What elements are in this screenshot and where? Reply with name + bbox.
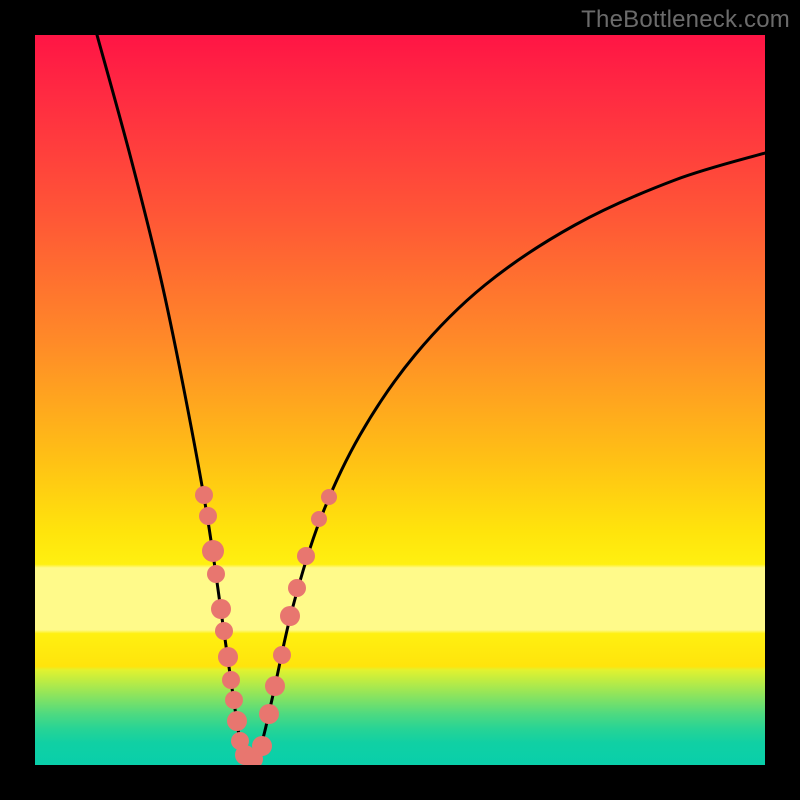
curve-marker	[202, 540, 224, 562]
curve-marker	[273, 646, 291, 664]
chart-frame: TheBottleneck.com	[0, 0, 800, 800]
curve-marker	[211, 599, 231, 619]
bottleneck-curve	[97, 35, 765, 760]
curve-marker	[265, 676, 285, 696]
curve-marker	[252, 736, 272, 756]
curve-marker	[321, 489, 337, 505]
curve-marker	[311, 511, 327, 527]
curve-marker	[199, 507, 217, 525]
curve-marker	[227, 711, 247, 731]
curve-marker	[280, 606, 300, 626]
curve-marker	[215, 622, 233, 640]
curve-marker	[259, 704, 279, 724]
curve-marker	[225, 691, 243, 709]
curve-marker	[288, 579, 306, 597]
plot-area	[35, 35, 765, 765]
curve-marker	[195, 486, 213, 504]
watermark-text: TheBottleneck.com	[581, 6, 790, 34]
curve-marker	[222, 671, 240, 689]
curve-layer	[35, 35, 765, 765]
curve-marker	[297, 547, 315, 565]
curve-marker	[218, 647, 238, 667]
curve-marker	[207, 565, 225, 583]
